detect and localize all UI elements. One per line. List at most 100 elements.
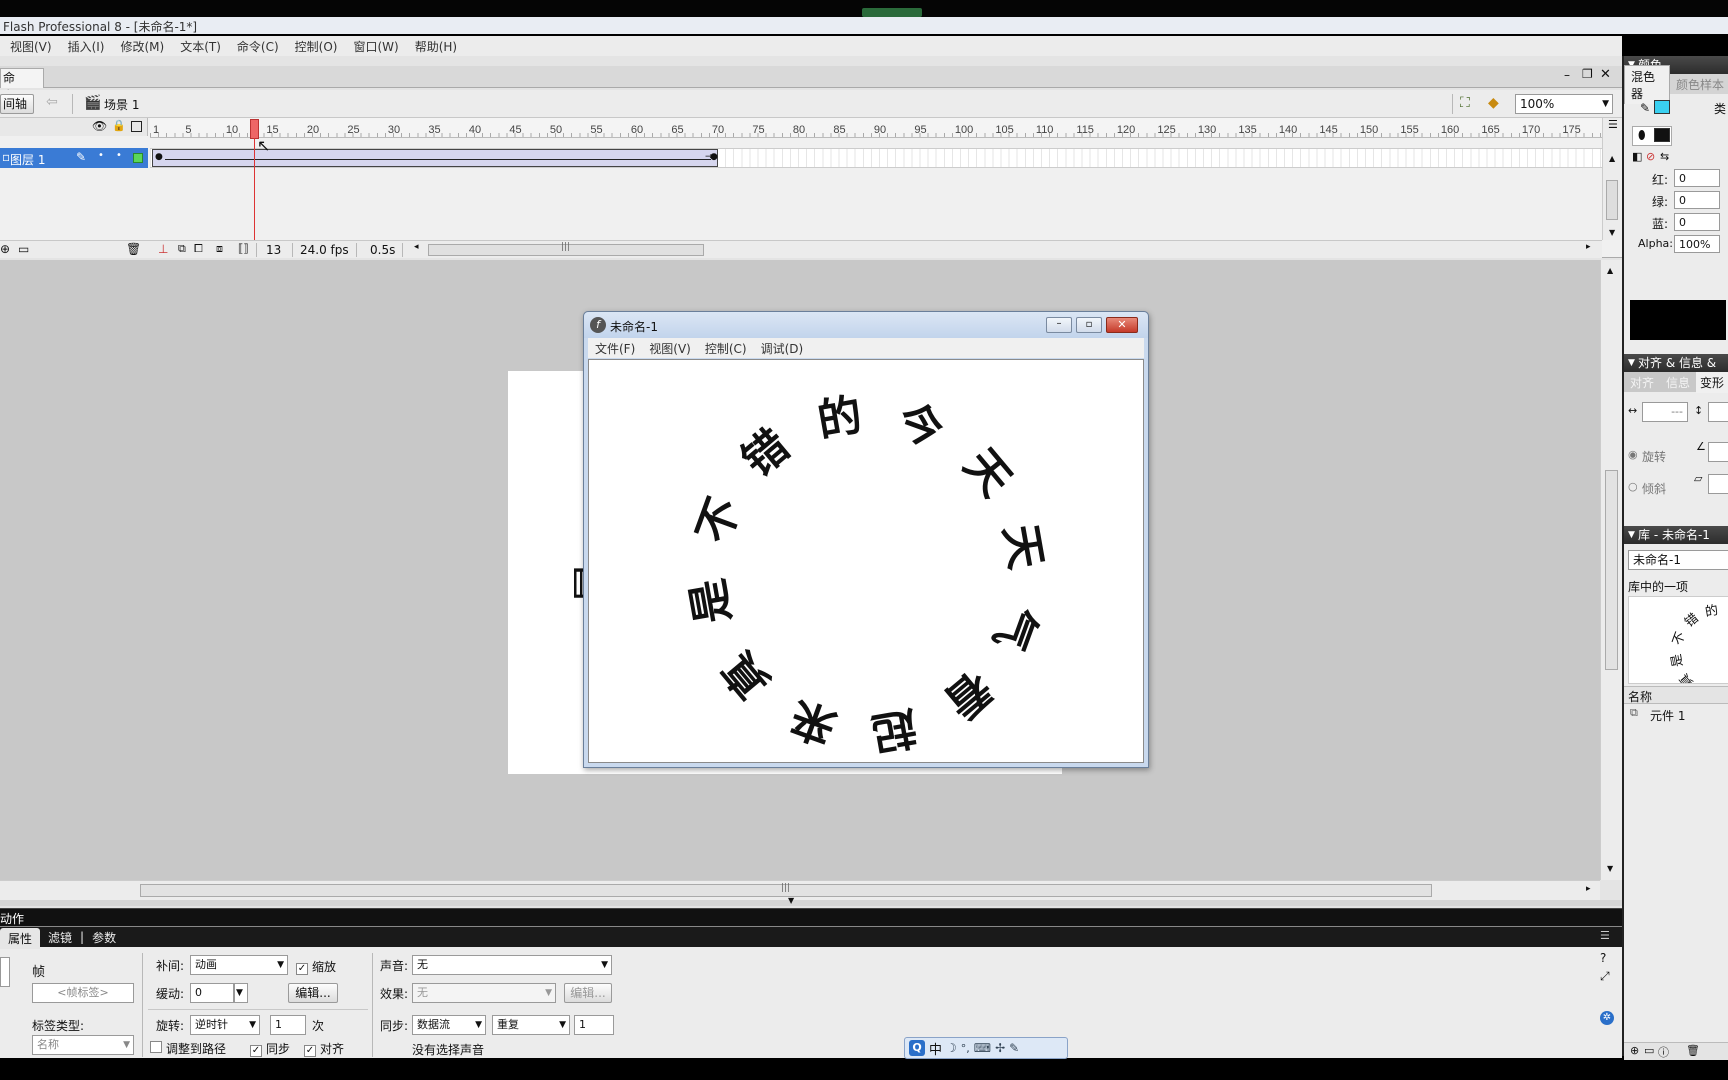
ime-chinese-toggle[interactable]: 中 — [929, 1039, 942, 1058]
library-item[interactable]: ⧉ 元件 1 — [1624, 705, 1728, 723]
library-item-name[interactable]: 元件 1 — [1650, 707, 1685, 724]
player-menu-control[interactable]: 控制(C) — [698, 340, 754, 357]
onion-markers-icon[interactable]: ⟦⟧ — [238, 242, 249, 255]
scroll-thumb[interactable] — [1606, 180, 1618, 220]
player-menu-debug[interactable]: 调试(D) — [754, 340, 811, 357]
blue-input[interactable]: 0 — [1674, 213, 1720, 231]
onion-skin-icon[interactable]: ⧉ — [178, 242, 186, 256]
green-input[interactable]: 0 — [1674, 191, 1720, 209]
scroll-up-icon[interactable]: ▲ — [1609, 154, 1615, 163]
snap-checkbox[interactable]: ✓ 对齐 — [304, 1040, 344, 1057]
edit-ease-button[interactable]: 编辑... — [288, 983, 338, 1003]
tab-properties[interactable]: 属性 — [0, 927, 41, 949]
frame-label-input[interactable]: <帧标签> — [32, 983, 134, 1003]
library-document-select[interactable]: 未命名-1 — [1628, 550, 1728, 570]
menu-text[interactable]: 文本(T) — [172, 38, 229, 55]
rotate-select[interactable]: 逆时针 ▼ — [190, 1015, 260, 1035]
timeline-hscroll-thumb[interactable]: ||| — [428, 242, 704, 256]
ease-slider-toggle[interactable]: ▼ — [234, 983, 248, 1003]
scroll-up-icon[interactable]: ▲ — [1607, 266, 1613, 275]
timeline-vscroll[interactable]: ☰ ▲ ▼ — [1602, 118, 1622, 240]
edit-multiple-icon[interactable]: ⧈ — [216, 242, 223, 256]
tween-select[interactable]: 动画 ▼ — [190, 955, 288, 975]
onion-outline-icon[interactable]: ⧠ — [194, 242, 203, 256]
align-panel-header[interactable]: ▼ 对齐 & 信息 & — [1624, 354, 1728, 372]
outline-icon[interactable] — [131, 121, 142, 132]
default-colors-icon[interactable]: ◧ — [1632, 150, 1642, 163]
library-trash-icon[interactable]: 🗑 — [1686, 1044, 1700, 1057]
player-maximize-button[interactable]: ▫ — [1076, 317, 1102, 333]
skew-input[interactable] — [1708, 474, 1728, 494]
alpha-input[interactable]: 100% — [1674, 235, 1720, 253]
frame-rate[interactable]: 24.0 fps — [300, 243, 349, 257]
player-close-button[interactable]: ✕ — [1106, 317, 1138, 333]
menu-help[interactable]: 帮助(H) — [407, 38, 465, 55]
red-input[interactable]: 0 — [1674, 169, 1720, 187]
edit-symbol-icon[interactable]: ◆ — [1488, 95, 1499, 111]
new-folder-icon[interactable]: ▭ — [1644, 1044, 1654, 1057]
trash-icon[interactable]: 🗑 — [126, 242, 141, 256]
player-minimize-button[interactable]: – — [1046, 317, 1072, 333]
tab-swatches[interactable]: 颜色样本 — [1670, 74, 1728, 95]
effect-select[interactable]: 无 ▼ — [412, 983, 556, 1003]
restore-icon[interactable]: ❐ — [1582, 67, 1593, 81]
menu-commands[interactable]: 命令(C) — [229, 38, 287, 55]
expand-panel-icon[interactable]: ⤢ — [1600, 969, 1610, 984]
tab-info[interactable]: 信息 — [1660, 372, 1696, 393]
minimize-icon[interactable]: – — [1564, 68, 1570, 82]
fill-bucket-icon[interactable]: ⬮ — [1638, 128, 1646, 143]
repeat-count-input[interactable]: 1 — [574, 1015, 614, 1035]
rotate-times-input[interactable]: 1 — [270, 1015, 306, 1035]
ime-punctuation-icon[interactable]: °, — [961, 1042, 970, 1055]
zoom-select[interactable]: 100% ▼ — [1515, 94, 1613, 114]
menu-control[interactable]: 控制(O) — [287, 38, 346, 55]
actions-bar[interactable]: 动作 — [0, 908, 1622, 926]
tab-mixer[interactable]: 混色器 — [1624, 64, 1670, 104]
panel-menu-icon[interactable]: ☰ — [1600, 929, 1610, 942]
accessibility-icon[interactable]: ✲ — [1600, 1011, 1614, 1025]
height-input[interactable] — [1708, 402, 1728, 422]
tab-parameters[interactable]: 参数 — [84, 927, 124, 948]
scroll-down-icon[interactable]: ▼ — [1607, 864, 1613, 873]
layer-name[interactable]: 图层 1 — [10, 151, 45, 168]
scroll-thumb[interactable]: ||| — [140, 883, 1432, 897]
menu-view[interactable]: 视图(V) — [2, 38, 60, 55]
layer-color-swatch[interactable] — [133, 153, 143, 163]
collapse-arrow-icon[interactable]: ▼ — [788, 896, 794, 905]
player-menu-view[interactable]: 视图(V) — [642, 340, 698, 357]
sync-checkbox[interactable]: ✓ 同步 — [250, 1040, 290, 1057]
lock-dot-icon[interactable]: • — [116, 150, 122, 161]
edit-scene-icon[interactable]: ⛶ — [1460, 95, 1470, 111]
no-color-icon[interactable]: ⊘ — [1646, 150, 1655, 163]
splitter[interactable]: ▼ — [0, 896, 1622, 906]
sync-select[interactable]: 数据流 ▼ — [412, 1015, 486, 1035]
menu-modify[interactable]: 修改(M) — [112, 38, 172, 55]
sound-select[interactable]: 无 ▼ — [412, 955, 612, 975]
menu-window[interactable]: 窗口(W) — [345, 38, 406, 55]
scroll-down-icon[interactable]: ▼ — [1609, 228, 1615, 237]
scroll-right-icon[interactable]: ▸ — [1586, 884, 1591, 894]
name-column-header[interactable]: 名称 — [1628, 688, 1652, 705]
help-icon[interactable]: ? — [1600, 951, 1606, 965]
menu-insert[interactable]: 插入(I) — [60, 38, 113, 55]
timeline-menu-icon[interactable]: ☰ — [1608, 118, 1618, 131]
ime-tools-icon[interactable]: ✢ — [995, 1041, 1005, 1055]
ease-input[interactable]: 0 — [190, 983, 234, 1003]
label-type-select[interactable]: 名称 ▼ — [32, 1035, 134, 1055]
ime-toolbar[interactable]: Q 中 ☽ °, ⌨ ✢ ✎ — [904, 1037, 1068, 1059]
player-canvas[interactable]: 今天天气看起来真是不错的 — [588, 359, 1144, 763]
eye-icon[interactable]: 👁 — [92, 119, 107, 133]
library-panel-header[interactable]: ▼ 库 - 未命名-1 — [1624, 526, 1728, 544]
scale-checkbox[interactable]: ✓ 缩放 — [296, 958, 336, 975]
stage-hscroll[interactable]: ||| ▸ — [0, 880, 1600, 900]
orient-to-path-checkbox[interactable]: 调整到路径 — [150, 1040, 226, 1057]
ime-keyboard-icon[interactable]: ⌨ — [974, 1041, 991, 1055]
motion-tween-span[interactable]: ● → ● — [152, 149, 718, 167]
skew-radio[interactable]: ○ — [1628, 480, 1638, 493]
lock-icon[interactable]: 🔒 — [112, 119, 126, 132]
new-symbol-icon[interactable]: ⊕ — [1630, 1044, 1639, 1057]
scene-label[interactable]: 场景 1 — [104, 96, 139, 113]
add-layer-icon[interactable]: ⊕ — [0, 242, 10, 256]
fill-color-swatch[interactable] — [1654, 128, 1670, 142]
rotate-radio[interactable]: ◉ — [1628, 448, 1638, 461]
